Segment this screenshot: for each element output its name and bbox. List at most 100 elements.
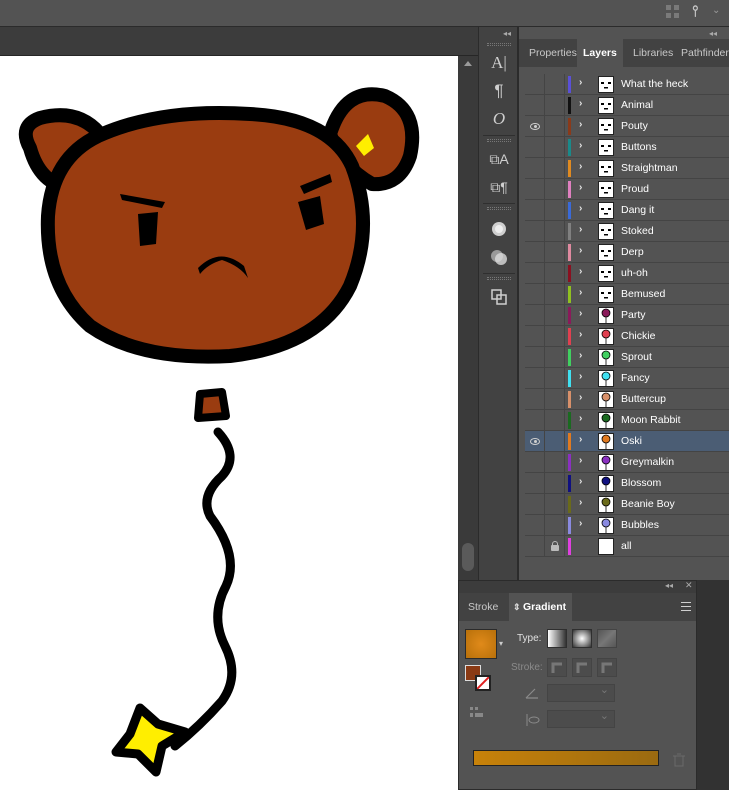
lock-toggle[interactable] [545,326,565,347]
layer-row[interactable]: › What the heck [525,74,729,95]
visibility-toggle[interactable] [525,347,545,368]
layer-row[interactable]: › Straightman [525,158,729,179]
expand-chevron-icon[interactable]: › [579,182,582,193]
expand-chevron-icon[interactable]: › [579,371,582,382]
lock-toggle[interactable] [545,347,565,368]
visibility-toggle[interactable] [525,74,545,95]
layer-row[interactable]: › Animal [525,95,729,116]
stroke-along-button[interactable] [572,658,592,677]
layer-row[interactable]: › uh-oh [525,263,729,284]
opentype-icon[interactable]: O [486,107,512,131]
layer-row[interactable]: › Bubbles [525,515,729,536]
visibility-toggle[interactable] [525,221,545,242]
collapse-panel-icon[interactable]: ◂◂ [709,29,717,38]
panel-menu-icon[interactable] [681,602,691,611]
scrollbar-thumb[interactable] [462,543,474,571]
layer-row[interactable]: › Beanie Boy [525,494,729,515]
expand-chevron-icon[interactable]: › [579,140,582,151]
lock-toggle[interactable] [545,116,565,137]
character-styles-icon[interactable]: ⧉A [486,147,512,171]
layer-row[interactable]: › Buttercup [525,389,729,410]
lock-toggle[interactable] [545,389,565,410]
lock-toggle[interactable] [545,200,565,221]
visibility-toggle[interactable] [525,284,545,305]
lock-toggle[interactable] [545,515,565,536]
layer-row[interactable]: › Buttons [525,137,729,158]
expand-chevron-icon[interactable]: › [579,119,582,130]
dock-grip[interactable] [487,277,511,280]
artboard-canvas[interactable] [0,56,458,790]
linear-gradient-button[interactable] [547,629,567,648]
expand-chevron-icon[interactable]: › [579,266,582,277]
lock-toggle[interactable] [545,95,565,116]
collapse-dock-icon[interactable]: ◂◂ [503,29,511,38]
lock-toggle[interactable] [545,305,565,326]
aspect-ratio-select[interactable] [547,709,615,728]
gradient-swatch[interactable] [465,629,497,659]
lock-toggle[interactable] [545,179,565,200]
visibility-toggle[interactable] [525,305,545,326]
tab-properties[interactable]: Properties [523,39,583,67]
expand-chevron-icon[interactable]: › [579,434,582,445]
lock-toggle[interactable] [545,263,565,284]
scroll-up-arrow-icon[interactable] [464,61,472,66]
lock-toggle[interactable] [545,242,565,263]
visibility-toggle[interactable] [525,452,545,473]
expand-chevron-icon[interactable]: › [579,287,582,298]
layer-row[interactable]: › Derp [525,242,729,263]
lock-toggle[interactable] [545,452,565,473]
dock-grip[interactable] [487,139,511,142]
stroke-across-button[interactable] [597,658,617,677]
expand-chevron-icon[interactable]: › [579,98,582,109]
expand-chevron-icon[interactable]: › [579,308,582,319]
layer-row[interactable]: › Proud [525,179,729,200]
expand-chevron-icon[interactable]: › [579,77,582,88]
visibility-toggle[interactable] [525,515,545,536]
visibility-toggle[interactable] [525,263,545,284]
layer-row[interactable]: › Fancy [525,368,729,389]
expand-chevron-icon[interactable]: › [579,161,582,172]
transparency-icon[interactable] [486,245,512,269]
visibility-toggle[interactable] [525,536,545,557]
layer-row[interactable]: › Moon Rabbit [525,410,729,431]
layer-row[interactable]: › Bemused [525,284,729,305]
swatch-dropdown-icon[interactable]: ▾ [499,639,503,648]
angle-select[interactable] [547,683,615,702]
appearance-icon[interactable] [486,217,512,241]
expand-chevron-icon[interactable]: › [579,203,582,214]
layer-row[interactable]: › Pouty [525,116,729,137]
expand-chevron-icon[interactable]: › [579,329,582,340]
visibility-toggle[interactable] [525,179,545,200]
expand-chevron-icon[interactable]: › [579,476,582,487]
expand-chevron-icon[interactable]: › [579,455,582,466]
lock-toggle[interactable] [545,284,565,305]
lock-toggle[interactable] [545,368,565,389]
visibility-toggle[interactable] [525,494,545,515]
layer-row[interactable]: › Chickie [525,326,729,347]
paragraph-styles-icon[interactable]: ⧉¶ [486,175,512,199]
lock-toggle[interactable] [545,536,565,557]
expand-chevron-icon[interactable]: › [579,413,582,424]
layer-row[interactable]: › Greymalkin [525,452,729,473]
lock-toggle[interactable] [545,410,565,431]
visibility-toggle[interactable] [525,158,545,179]
expand-chevron-icon[interactable]: › [579,245,582,256]
layer-row[interactable]: › Sprout [525,347,729,368]
arrange-documents-icon[interactable] [666,5,680,19]
radial-gradient-button[interactable] [572,629,592,648]
tab-stroke[interactable]: Stroke [462,593,504,621]
visibility-toggle[interactable] [525,200,545,221]
character-icon[interactable]: A| [486,51,512,75]
visibility-toggle[interactable] [525,368,545,389]
lock-toggle[interactable] [545,473,565,494]
expand-chevron-icon[interactable]: › [579,392,582,403]
reverse-gradient-icon[interactable] [469,705,485,719]
paragraph-icon[interactable]: ¶ [486,79,512,103]
visibility-toggle[interactable] [525,116,545,137]
lock-toggle[interactable] [545,494,565,515]
expand-chevron-icon[interactable]: › [579,518,582,529]
visibility-toggle[interactable] [525,431,545,452]
layer-row[interactable]: all [525,536,729,557]
tab-layers[interactable]: Layers [577,39,623,67]
lock-toggle[interactable] [545,74,565,95]
